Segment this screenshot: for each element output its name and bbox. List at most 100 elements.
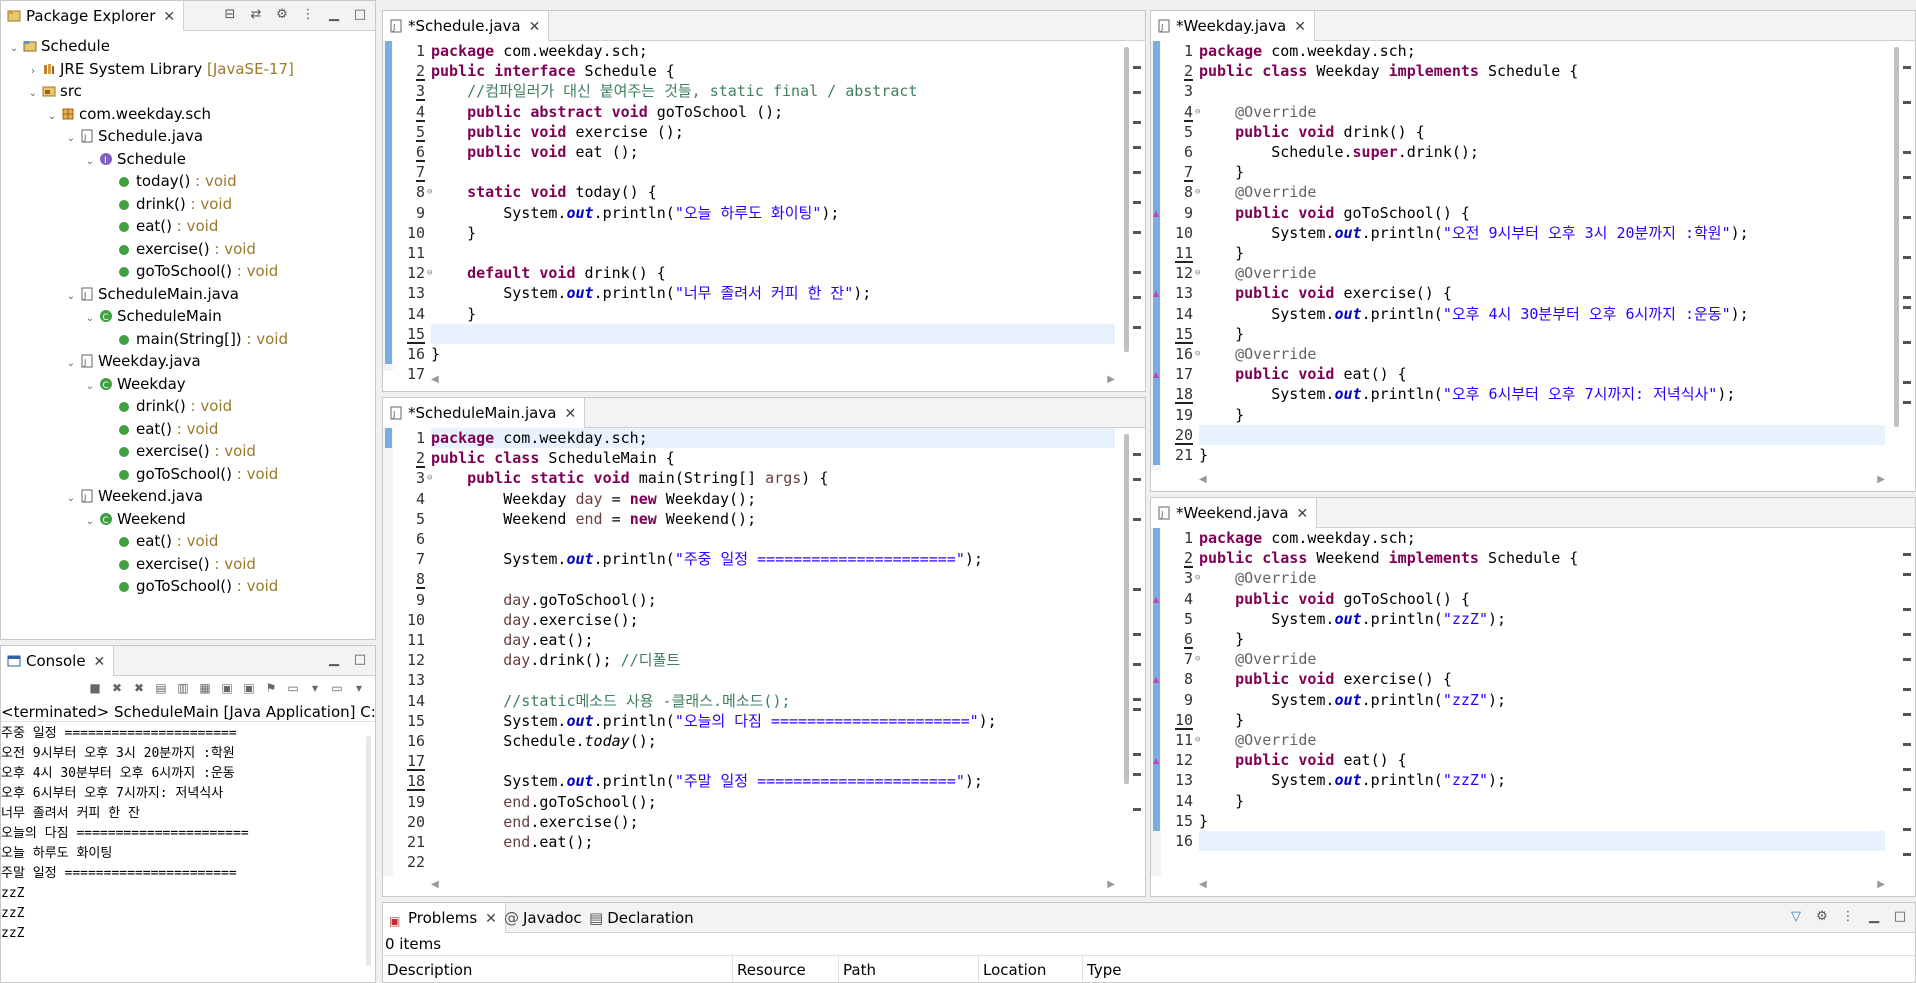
overview-marker[interactable] (1133, 231, 1141, 234)
overview-marker[interactable] (1133, 698, 1141, 701)
overview-marker[interactable] (1903, 101, 1911, 104)
overview-marker[interactable] (1133, 201, 1141, 204)
remove-launch-icon[interactable]: ✖ (109, 680, 125, 696)
weekday-java-tab[interactable]: J *Weekday.java ✕ (1151, 11, 1315, 41)
overview-marker[interactable] (1133, 66, 1141, 69)
tree-item[interactable]: exercise() : void (102, 553, 256, 575)
collapse-all-icon[interactable]: ⊟ (221, 6, 239, 24)
overview-marker[interactable] (1903, 658, 1911, 661)
overview-marker[interactable] (1133, 773, 1141, 776)
overview-ruler[interactable] (1889, 41, 1915, 471)
overview-marker[interactable] (1903, 853, 1911, 856)
tree-item[interactable]: drink() : void (102, 193, 232, 215)
tree-item[interactable]: ⌄ I Schedule (83, 148, 186, 170)
horizontal-scrollbar[interactable]: ◀ ▶ (431, 876, 1115, 896)
chevron-down-icon[interactable]: ⌄ (64, 286, 78, 308)
overview-marker[interactable] (1133, 146, 1141, 149)
vertical-scrollbar[interactable] (1124, 434, 1129, 784)
weekend-code-editor[interactable]: ▲ ▲ ▲ 1 2 3 ⊖ 4 5 6 7 ⊖ 8 9 10 11 ⊖ 12 13 14 15 16 package com… (1151, 528, 1915, 896)
code-area[interactable]: package com.weekday.sch; public interface… (431, 41, 1115, 371)
scroll-right-icon[interactable]: ▶ (1877, 879, 1885, 890)
overview-marker[interactable] (1903, 608, 1911, 611)
tree-item[interactable]: goToSchool() : void (102, 260, 278, 282)
horizontal-scrollbar[interactable]: ◀ ▶ (1199, 471, 1885, 491)
weekday-code-editor[interactable]: ▲ ▲ ▲ 1 2 3 4 ⊖ 5 6 7 8 ⊖ 9 10 11 12 ⊖ 13 14 15 16 ⊖ 17 18 19 20 21… (1151, 41, 1915, 491)
overview-marker[interactable] (1903, 401, 1911, 404)
tree-item[interactable]: exercise() : void (102, 440, 256, 462)
scroll-lock-icon[interactable]: ▥ (175, 680, 191, 696)
overview-marker[interactable] (1133, 91, 1141, 94)
pin-console-icon[interactable]: ⚑ (263, 680, 279, 696)
scroll-left-icon[interactable]: ◀ (431, 374, 439, 385)
chevron-down-icon[interactable]: ⌄ (64, 488, 78, 510)
tree-item[interactable]: goToSchool() : void (102, 575, 278, 597)
maximize-icon[interactable]: □ (351, 651, 369, 669)
close-icon[interactable]: ✕ (94, 654, 106, 670)
tree-item[interactable]: › JRE System Library [JavaSE-17] (26, 58, 294, 80)
overview-marker[interactable] (1133, 588, 1141, 591)
scroll-right-icon[interactable]: ▶ (1107, 374, 1115, 385)
scroll-left-icon[interactable]: ◀ (431, 879, 439, 890)
code-area[interactable]: package com.weekday.sch; public class Wee… (1199, 528, 1885, 876)
view-menu-icon[interactable]: ⋮ (299, 6, 317, 24)
overview-marker[interactable] (1133, 121, 1141, 124)
code-area[interactable]: package com.weekday.sch; public class Sch… (431, 428, 1115, 876)
overview-marker[interactable] (1133, 808, 1141, 811)
overview-marker[interactable] (1133, 518, 1141, 521)
column-resource[interactable]: Resource (733, 956, 839, 982)
tree-item[interactable]: today() : void (102, 170, 237, 192)
scroll-right-icon[interactable]: ▶ (1107, 879, 1115, 890)
chevron-down-icon[interactable]: ⌄ (64, 353, 78, 375)
overview-marker[interactable] (1903, 151, 1911, 154)
close-icon[interactable]: ✕ (1294, 19, 1306, 35)
overview-marker[interactable] (1903, 381, 1911, 384)
tree-item[interactable]: ⌄ C Weekend (83, 508, 186, 530)
console-tab[interactable]: Console ✕ (1, 646, 115, 676)
scroll-left-icon[interactable]: ◀ (1199, 879, 1207, 890)
overview-marker[interactable] (1903, 341, 1911, 344)
tree-item[interactable]: ⌄ C Weekday (83, 373, 186, 395)
overview-ruler[interactable] (1889, 528, 1915, 876)
tree-item[interactable]: ⌄ J Schedule.java (64, 125, 203, 147)
tree-item[interactable]: ⌄ src (26, 80, 82, 102)
declaration-tab[interactable]: ▤ Declaration (583, 903, 702, 933)
overview-marker[interactable] (1903, 688, 1911, 691)
overview-marker[interactable] (1133, 663, 1141, 666)
column-description[interactable]: Description (383, 956, 733, 982)
scroll-right-icon[interactable]: ▶ (1877, 474, 1885, 485)
close-icon[interactable]: ✕ (564, 406, 576, 422)
tree-item[interactable]: ⌄ J ScheduleMain.java (64, 283, 239, 305)
settings-icon[interactable]: ⚙ (1813, 908, 1831, 926)
display-console-icon[interactable]: ▭ (285, 680, 301, 696)
tree-item[interactable]: eat() : void (102, 530, 218, 552)
overview-marker[interactable] (1133, 326, 1141, 329)
overview-marker[interactable] (1903, 216, 1911, 219)
close-icon[interactable]: ✕ (163, 9, 175, 25)
chevron-down-icon[interactable]: ⌄ (64, 128, 78, 150)
console-output[interactable]: 주중 일정 ====================== 오전 9시부터 오후 3… (1, 724, 361, 982)
overview-marker[interactable] (1133, 708, 1141, 711)
overview-marker[interactable] (1903, 713, 1911, 716)
tree-item[interactable]: exercise() : void (102, 238, 256, 260)
code-area[interactable]: package com.weekday.sch; public class Wee… (1199, 41, 1885, 471)
overview-marker[interactable] (1903, 306, 1911, 309)
column-location[interactable]: Location (979, 956, 1083, 982)
chevron-down-icon[interactable]: ⌄ (83, 308, 97, 330)
console-scrollbar[interactable] (366, 736, 371, 966)
tree-item[interactable]: ⌄ C ScheduleMain (83, 305, 222, 327)
overview-marker[interactable] (1903, 743, 1911, 746)
close-icon[interactable]: ✕ (485, 911, 497, 927)
horizontal-scrollbar[interactable]: ◀ ▶ (1199, 876, 1885, 896)
schedule-code-editor[interactable]: 1 2 3 4 5 6 7 8 ⊖ 9 10 11 12 ⊖ 13 14 15 16 17 package com.w… (383, 41, 1145, 391)
minimize-icon[interactable]: ▁ (325, 651, 343, 669)
schedule-java-tab[interactable]: J *Schedule.java ✕ (383, 11, 550, 41)
overview-marker[interactable] (1903, 176, 1911, 179)
schedule-main-java-tab[interactable]: J *ScheduleMain.java ✕ (383, 398, 586, 428)
view-menu-icon[interactable]: ⋮ (1839, 908, 1857, 926)
filter-icon[interactable]: ▽ (1787, 908, 1805, 926)
overview-marker[interactable] (1903, 553, 1911, 556)
schedule-main-code-editor[interactable]: 1 2 3 ⊖ 4 5 6 7 8 9 10 11 12 13 14 15 16 17 18 19 20 21 22 pack… (383, 428, 1145, 896)
overview-marker[interactable] (1903, 633, 1911, 636)
tree-item[interactable]: drink() : void (102, 395, 232, 417)
package-explorer-tab[interactable]: Package Explorer ✕ (1, 1, 185, 31)
